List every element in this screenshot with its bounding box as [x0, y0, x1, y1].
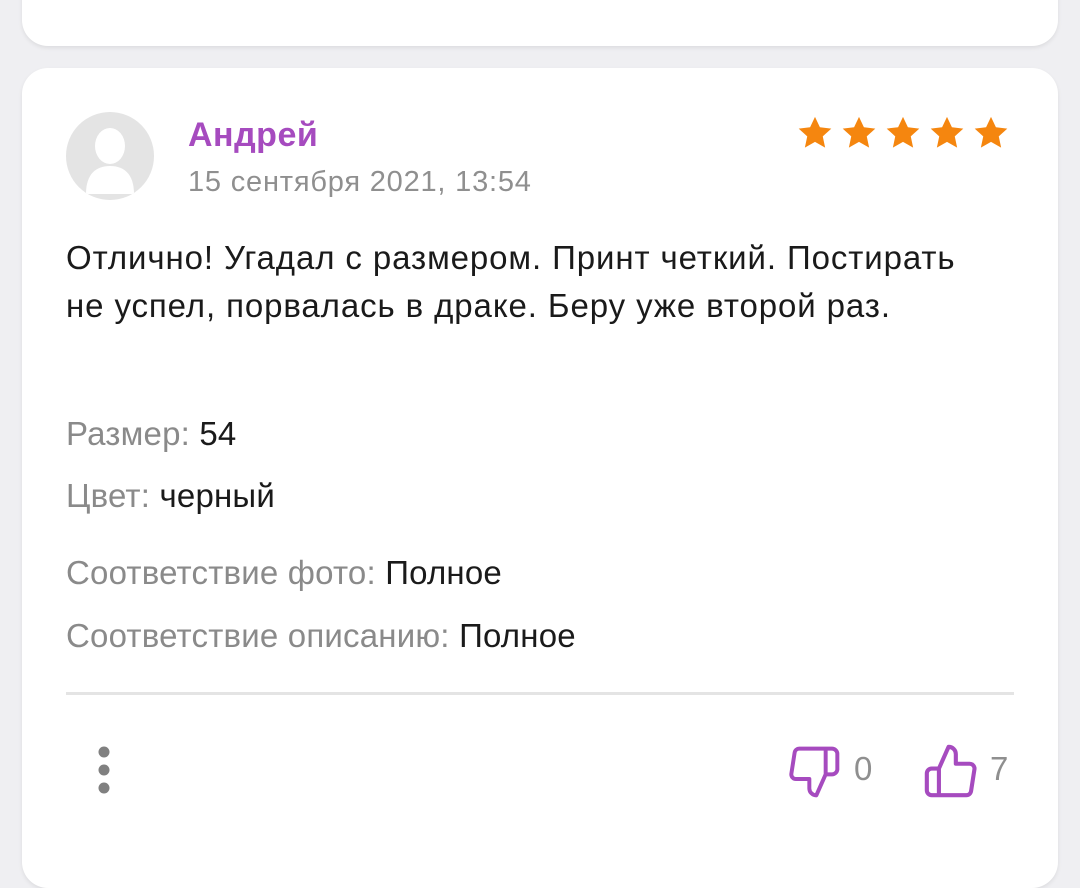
attribute-color: Цвет: черный [66, 476, 275, 516]
attribute-size: Размер: 54 [66, 414, 236, 454]
attribute-description-match-label: Соответствие описанию: [66, 617, 450, 654]
attribute-description-match: Соответствие описанию: Полное [66, 616, 576, 656]
like-button[interactable] [922, 742, 980, 800]
review-date: 15 сентября 2021, 13:54 [188, 166, 532, 198]
author-name: Андрей [188, 116, 319, 154]
previous-review-card [22, 0, 1058, 46]
attribute-size-label: Размер: [66, 415, 190, 452]
review-card: Андрей 15 сентября 2021, 13:54 Отлично! … [22, 68, 1058, 888]
thumbs-up-icon [924, 744, 977, 798]
thumbs-down-icon [789, 746, 840, 798]
review-text: Отлично! Угадал с размером. Принт четкий… [66, 239, 956, 324]
star-icon [798, 116, 832, 148]
dislike-button[interactable] [786, 744, 842, 800]
star-icon [974, 116, 1008, 148]
avatar-placeholder-icon [86, 128, 134, 194]
attribute-description-match-value: Полное [459, 617, 576, 654]
star-icon [842, 116, 876, 148]
attribute-photo-match-label: Соответствие фото: [66, 554, 376, 591]
rating-stars [796, 114, 1010, 152]
star-icon [886, 116, 920, 148]
attribute-photo-match: Соответствие фото: Полное [66, 553, 502, 593]
avatar [66, 112, 154, 200]
more-options-button[interactable] [84, 742, 124, 798]
more-vertical-icon [98, 746, 110, 794]
attribute-color-label: Цвет: [66, 477, 151, 514]
attribute-photo-match-value: Полное [385, 554, 502, 591]
attribute-size-value: 54 [199, 415, 237, 452]
dislike-count: 0 [854, 750, 873, 787]
like-count: 7 [990, 750, 1009, 787]
star-icon [930, 116, 964, 148]
attribute-color-value: черный [159, 477, 275, 514]
divider [66, 692, 1014, 695]
